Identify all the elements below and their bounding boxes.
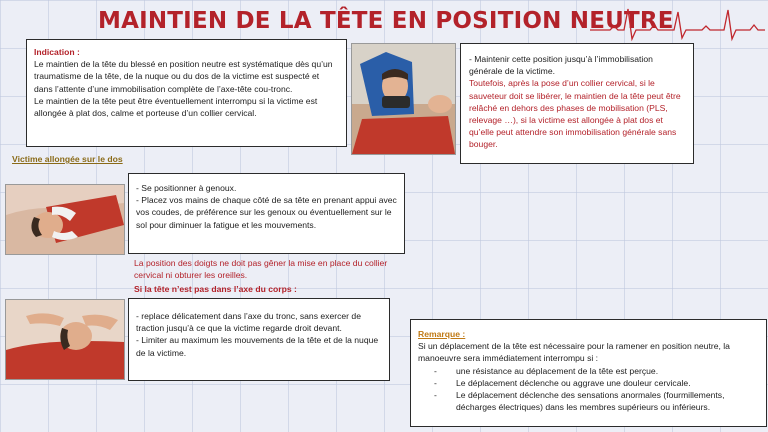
head-hold-photo	[5, 184, 125, 255]
maintain-text: - Maintenir cette position jusqu’à l’imm…	[469, 54, 653, 77]
step-hands: - Placez vos mains de chaque côté de sa …	[136, 195, 397, 230]
indication-box: Indication : Le maintien de la tête du b…	[26, 39, 347, 147]
remarque-heading: Remarque :	[418, 329, 466, 339]
list-item: Le déplacement déclenche des sensations …	[418, 389, 759, 413]
realign-box: - replace délicatement dans l’axe du tro…	[128, 298, 390, 381]
section-label: Victime allongée sur le dos	[12, 154, 123, 164]
head-realign-photo	[5, 299, 125, 380]
victim-collar-photo	[351, 43, 456, 155]
indication-heading: Indication :	[34, 47, 80, 57]
fingers-note: La position des doigts ne doit pas gêner…	[134, 258, 388, 281]
remarque-intro: Si un déplacement de la tête est nécessa…	[418, 341, 730, 364]
indication-paragraph-1: Le maintien de la tête du blessé en posi…	[34, 59, 333, 94]
axis-heading: Si la tête n’est pas dans l’axe du corps…	[134, 284, 297, 294]
remarque-box: Remarque : Si un déplacement de la tête …	[410, 319, 767, 427]
page-title: MAINTIEN DE LA TÊTE EN POSITION NEUTRE	[98, 8, 674, 34]
indication-paragraph-2: Le maintien de la tête peut être éventue…	[34, 95, 318, 119]
ecg-heartbeat-icon	[590, 8, 765, 42]
step-kneel: - Se positionner à genoux.	[136, 183, 237, 193]
list-item: une résistance au déplacement de la tête…	[418, 365, 759, 377]
maintain-exception-text: Toutefois, après la pose d’un collier ce…	[469, 78, 681, 150]
steps-box: - Se positionner à genoux. - Placez vos …	[128, 173, 405, 254]
list-item: Le déplacement déclenche ou aggrave une …	[418, 377, 759, 389]
realign-step-1: - replace délicatement dans l’axe du tro…	[136, 311, 361, 334]
remarque-list: une résistance au déplacement de la tête…	[418, 365, 759, 414]
realign-step-2: - Limiter au maximum les mouvements de l…	[136, 335, 379, 358]
maintain-position-box: - Maintenir cette position jusqu’à l’imm…	[460, 43, 694, 164]
